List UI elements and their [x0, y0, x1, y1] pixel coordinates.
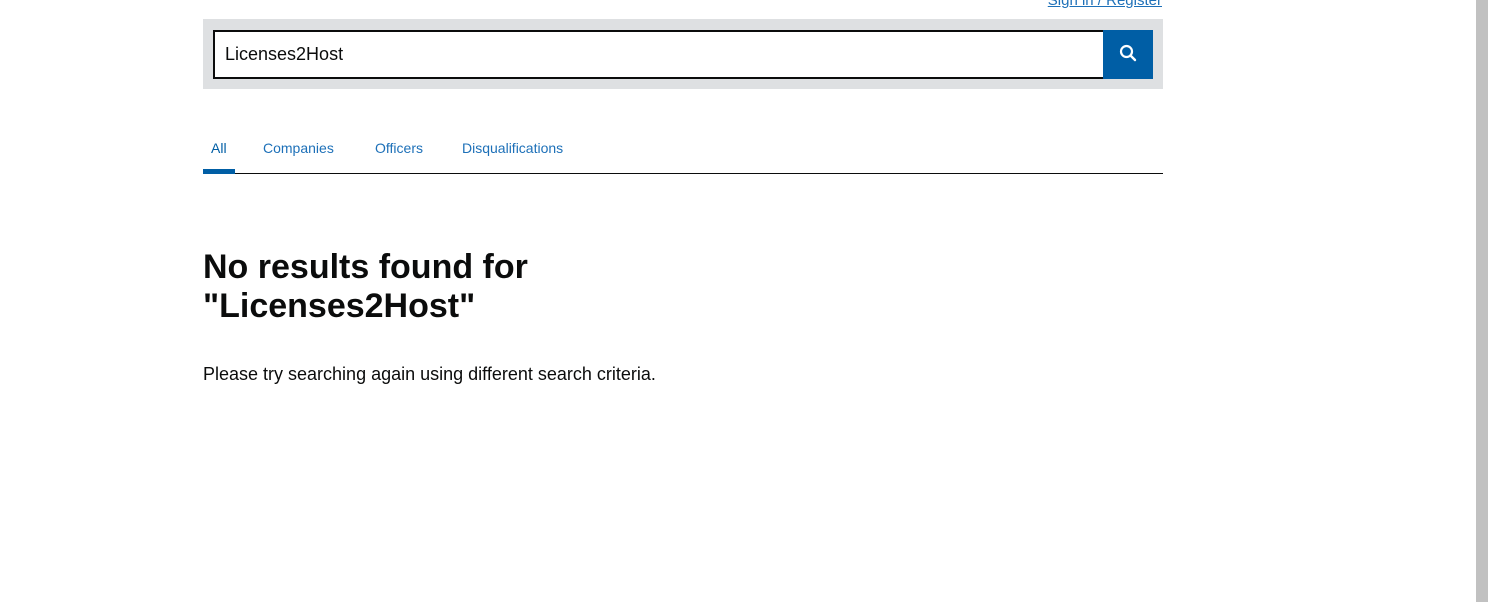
page: Sign in / Register All Companies Officer… [0, 0, 1491, 602]
heading-line-2: "Licenses2Host" [203, 287, 476, 325]
results-tabs: All Companies Officers Disqualifications [203, 128, 1163, 174]
signin-register-link[interactable]: Sign in / Register [1048, 0, 1162, 9]
search-button[interactable] [1103, 30, 1153, 79]
tab-companies[interactable]: Companies [263, 140, 334, 156]
scrollbar-thumb[interactable] [1476, 0, 1488, 602]
vertical-scrollbar[interactable] [1474, 0, 1491, 602]
search-input[interactable] [213, 30, 1105, 79]
tab-officers[interactable]: Officers [375, 140, 423, 156]
search-icon [1119, 44, 1137, 65]
search-hint: Please try searching again using differe… [203, 364, 656, 384]
no-results-heading: No results found for "Licenses2Host" [203, 248, 603, 326]
tab-disqualifications[interactable]: Disqualifications [462, 140, 563, 156]
search-panel [203, 19, 1163, 89]
tab-all[interactable]: All [211, 140, 227, 156]
active-tab-indicator [203, 169, 235, 174]
heading-line-1: No results found for [203, 248, 528, 286]
